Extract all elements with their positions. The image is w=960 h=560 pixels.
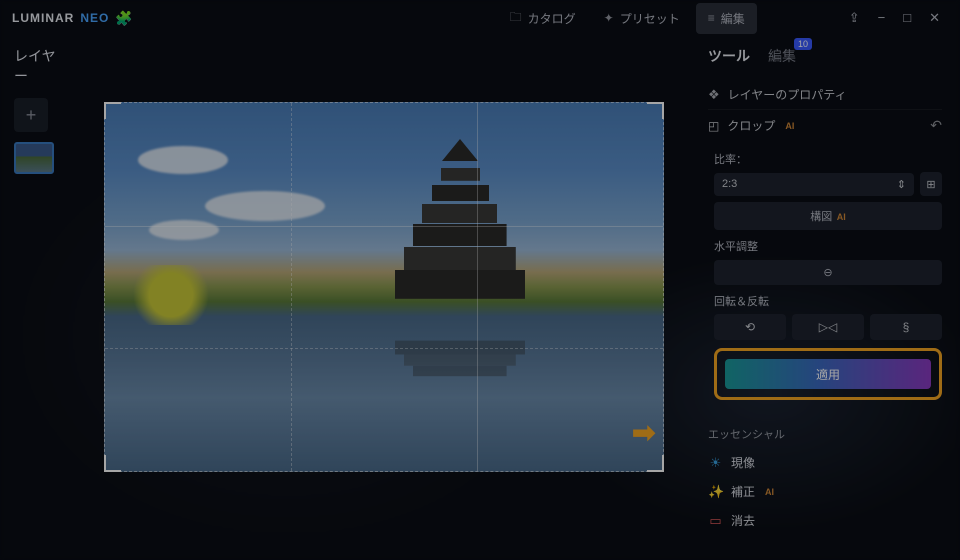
crop-handle-br[interactable] xyxy=(647,455,664,472)
app-logo: LUMINAR NEO 🧩 xyxy=(12,10,134,27)
image-preview[interactable] xyxy=(104,102,664,472)
erase-icon: ▭ xyxy=(708,513,723,529)
layers-title: レイヤー xyxy=(14,46,64,86)
sliders-icon: ≡ xyxy=(708,11,715,25)
nav-edit-label: 編集 xyxy=(721,10,745,27)
horizon-label: 水平調整 xyxy=(714,238,942,254)
puzzle-icon: 🧩 xyxy=(115,10,133,27)
window-controls: ⇪ − □ ✕ xyxy=(849,10,948,26)
tool-erase[interactable]: ▭ 消去 xyxy=(708,506,942,535)
canvas xyxy=(78,36,690,560)
layer-properties-row[interactable]: ❖ レイヤーのプロパティ xyxy=(708,80,942,109)
nav-catalog[interactable]: 🗀 カタログ xyxy=(498,3,588,34)
undo-icon[interactable]: ↶ xyxy=(930,117,942,134)
folder-icon: 🗀 xyxy=(510,8,522,29)
crop-title: クロップ xyxy=(727,117,775,134)
ratio-value: 2:3 xyxy=(722,178,737,190)
crop-tool-header[interactable]: ◰ クロップ AI ↶ xyxy=(708,109,942,141)
layer-thumbnail[interactable] xyxy=(14,142,54,174)
ratio-label: 比率： xyxy=(714,151,942,167)
sun-icon: ☀ xyxy=(708,455,723,471)
layers-icon: ❖ xyxy=(708,87,720,103)
apply-button[interactable]: 適用 xyxy=(725,359,931,389)
tab-tools[interactable]: ツール xyxy=(708,46,750,66)
crop-handle-tl[interactable] xyxy=(104,102,121,119)
annotation-arrow: ➡ xyxy=(632,416,655,449)
tab-edit-history[interactable]: 編集 10 xyxy=(768,46,796,66)
share-icon[interactable]: ⇪ xyxy=(849,10,860,26)
crop-overlay[interactable] xyxy=(104,102,664,472)
ratio-select[interactable]: 2:3 ⇕ xyxy=(714,173,914,196)
brand-text: LUMINAR xyxy=(12,11,74,25)
main-nav: 🗀 カタログ ✦ プリセット ≡ 編集 xyxy=(498,3,757,34)
composition-button[interactable]: 構図 AI xyxy=(714,202,942,230)
apply-label: 適用 xyxy=(816,366,840,383)
tool-develop[interactable]: ☀ 現像 xyxy=(708,448,942,477)
add-layer-button[interactable]: + xyxy=(14,98,48,132)
tool-enhance[interactable]: ✨ 補正 AI xyxy=(708,477,942,506)
flip-v-icon: § xyxy=(903,320,910,334)
sparkle-icon: ✨ xyxy=(708,484,723,500)
nav-edit[interactable]: ≡ 編集 xyxy=(696,3,757,34)
flip-h-icon: ▷◁ xyxy=(819,320,837,334)
brand-suffix: NEO xyxy=(80,11,109,25)
ai-badge: AI xyxy=(785,121,794,131)
ai-badge: AI xyxy=(834,212,846,222)
crop-handle-bl[interactable] xyxy=(104,455,121,472)
horizon-handle-icon: ⊖ xyxy=(823,267,832,279)
ratio-swap-button[interactable]: ⊞ xyxy=(920,172,942,196)
crop-icon: ◰ xyxy=(708,119,719,133)
apply-highlight: 適用 xyxy=(714,348,942,400)
sparkle-icon: ✦ xyxy=(604,11,614,25)
essentials-title: エッセンシャル xyxy=(708,426,942,442)
ai-badge: AI xyxy=(765,487,774,497)
rotate-button[interactable]: ⟲ xyxy=(714,314,786,340)
flip-vertical-button[interactable]: § xyxy=(870,314,942,340)
nav-presets[interactable]: ✦ プリセット xyxy=(592,3,692,34)
right-panel: ツール 編集 10 ❖ レイヤーのプロパティ ◰ クロップ AI ↶ 比率： xyxy=(690,36,960,560)
layers-sidebar: レイヤー + xyxy=(0,36,78,560)
chevron-updown-icon: ⇕ xyxy=(897,178,906,191)
layer-properties-label: レイヤーのプロパティ xyxy=(728,86,847,103)
maximize-button[interactable]: □ xyxy=(903,10,911,26)
horizon-slider[interactable]: ⊖ xyxy=(714,260,942,285)
close-button[interactable]: ✕ xyxy=(929,10,940,26)
nav-catalog-label: カタログ xyxy=(528,10,576,27)
crop-handle-tr[interactable] xyxy=(647,102,664,119)
minimize-button[interactable]: − xyxy=(878,10,886,26)
edit-count-badge: 10 xyxy=(794,38,812,50)
rotate-icon: ⟲ xyxy=(745,320,755,334)
flip-horizontal-button[interactable]: ▷◁ xyxy=(792,314,864,340)
nav-presets-label: プリセット xyxy=(620,10,680,27)
title-bar: LUMINAR NEO 🧩 🗀 カタログ ✦ プリセット ≡ 編集 ⇪ − □ … xyxy=(0,0,960,36)
rotate-flip-label: 回転＆反転 xyxy=(714,293,942,309)
